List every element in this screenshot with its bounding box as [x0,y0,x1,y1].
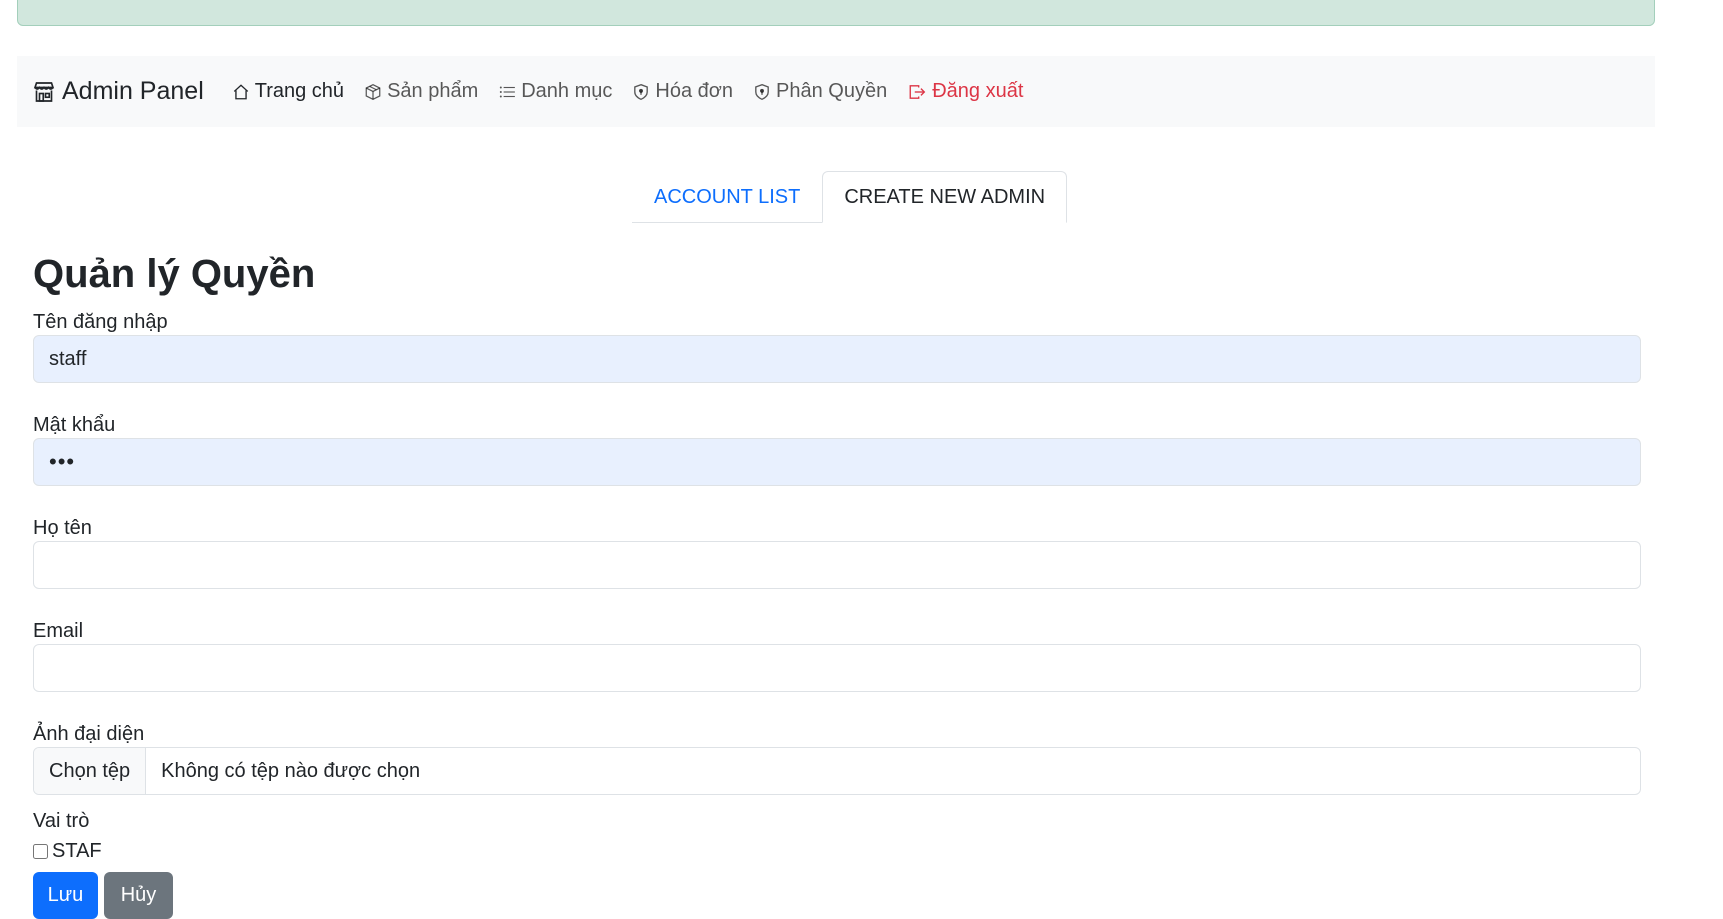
nav-invoices-label: Hóa đơn [655,80,733,102]
nav-products[interactable]: Sản phẩm [364,80,478,103]
success-alert [17,0,1655,26]
role-option: STAF [33,837,1641,866]
tab-account-list[interactable]: ACCOUNT LIST [632,171,822,223]
brand-label: Admin Panel [62,77,204,105]
fullname-input[interactable] [33,541,1641,589]
username-label: Tên đăng nhập [33,311,168,333]
nav-categories-label: Danh mục [521,80,613,102]
choose-file-button[interactable]: Chọn tệp [34,748,147,794]
action-buttons: Lưu Hủy [33,872,1641,919]
main-content: Quản lý Quyền Tên đăng nhập Mật khẩu Họ … [33,244,1641,919]
shop-icon [33,81,55,102]
fullname-label: Họ tên [33,517,92,539]
house-icon [233,83,248,99]
file-status: Không có tệp nào được chọn [161,759,421,782]
nav-permissions[interactable]: Phân Quyền [753,80,887,103]
nav-permissions-label: Phân Quyền [776,80,888,102]
save-button[interactable]: Lưu [33,872,98,919]
avatar-file-input[interactable]: Chọn tệp Không có tệp nào được chọn [33,747,1641,795]
nav-logout[interactable]: Đăng xuất [907,80,1023,103]
navbar: Admin Panel Trang chủ Sản phẩm Danh mục … [17,56,1655,127]
role-label: Vai trò [33,810,90,832]
nav-products-label: Sản phẩm [387,80,479,102]
email-label: Email [33,620,84,642]
role-checkbox[interactable] [33,844,48,859]
shield-icon [634,83,649,100]
logout-icon [909,84,926,99]
role-option-label: STAF [52,840,102,862]
email-input[interactable] [33,644,1641,692]
nav-logout-label: Đăng xuất [932,80,1024,102]
avatar-label: Ảnh đại diện [33,723,145,745]
password-input[interactable] [33,438,1641,486]
nav-home[interactable]: Trang chủ [232,80,344,103]
shield-icon [755,83,769,100]
box-icon [365,83,381,100]
password-label: Mật khẩu [33,414,116,436]
nav-invoices[interactable]: Hóa đơn [632,80,733,103]
cancel-button[interactable]: Hủy [104,872,173,919]
username-input[interactable] [33,335,1641,383]
nav-home-label: Trang chủ [254,80,345,102]
tab-create-new-admin[interactable]: CREATE NEW ADMIN [822,171,1068,223]
nav-categories[interactable]: Danh mục [498,80,612,103]
tab-bar: ACCOUNT LIST CREATE NEW ADMIN [632,171,1068,223]
list-icon [500,85,516,98]
brand[interactable]: Admin Panel [32,77,204,106]
page-title: Quản lý Quyền [33,252,316,296]
